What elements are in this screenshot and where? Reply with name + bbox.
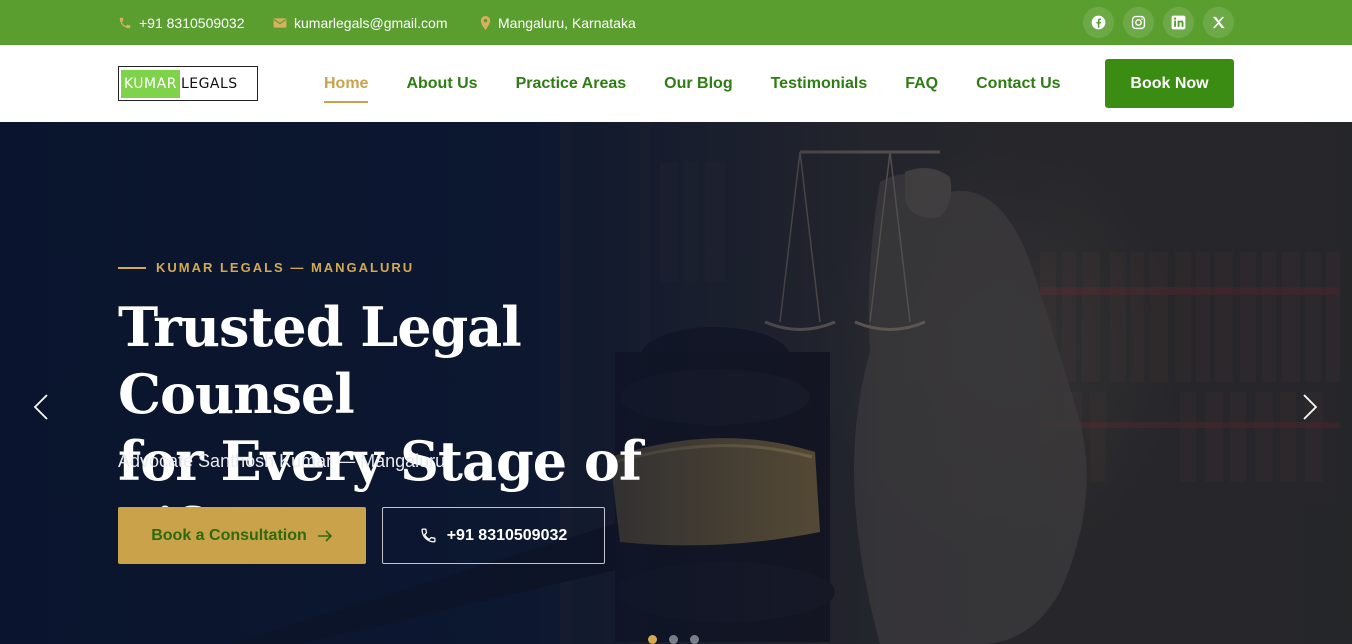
- facebook-link[interactable]: [1083, 7, 1114, 38]
- slider-prev-button[interactable]: [28, 392, 54, 422]
- hero-slider: KUMAR LEGALS — MANGALURU Trusted Legal C…: [0, 122, 1352, 644]
- topbar-location: Mangaluru, Karnataka: [480, 0, 636, 45]
- slider-dot-1[interactable]: [648, 635, 657, 644]
- nav-about-us[interactable]: About Us: [406, 74, 477, 94]
- hero-subtitle: Advocate Santhosh Kumar — Mangaluru: [118, 451, 446, 471]
- nav-our-blog[interactable]: Our Blog: [664, 74, 732, 94]
- logo-legals: LEGALS: [180, 75, 238, 92]
- topbar-phone[interactable]: +91 8310509032: [118, 0, 245, 45]
- topbar-phone-text: +91 8310509032: [139, 14, 245, 31]
- call-phone-label: +91 8310509032: [446, 526, 568, 544]
- social-links: [1083, 7, 1234, 38]
- mail-icon: [273, 17, 287, 28]
- top-info-bar: +91 8310509032 kumarlegals@gmail.com Man…: [0, 0, 1352, 45]
- topbar-email-text: kumarlegals@gmail.com: [294, 14, 448, 31]
- linkedin-link[interactable]: [1163, 7, 1194, 38]
- instagram-link[interactable]: [1123, 7, 1154, 38]
- book-consultation-label: Book a Consultation: [151, 526, 307, 544]
- main-navbar: KUMAR LEGALS Home About Us Practice Area…: [0, 45, 1352, 122]
- eyebrow-line: [118, 266, 146, 269]
- x-icon: [1212, 16, 1225, 29]
- slider-dot-2[interactable]: [669, 635, 678, 644]
- site-logo[interactable]: KUMAR LEGALS: [118, 66, 258, 101]
- hero-title-line-1: Trusted Legal Counsel: [118, 295, 522, 426]
- slider-dot-3[interactable]: [690, 635, 699, 644]
- topbar-email[interactable]: kumarlegals@gmail.com: [273, 0, 447, 45]
- nav-faq[interactable]: FAQ: [905, 74, 938, 94]
- chevron-left-icon: [34, 394, 48, 420]
- book-consultation-button[interactable]: Book a Consultation: [118, 507, 366, 564]
- nav-testimonials[interactable]: Testimonials: [771, 74, 868, 94]
- nav-contact-us[interactable]: Contact Us: [976, 74, 1060, 94]
- topbar-location-text: Mangaluru, Karnataka: [498, 14, 636, 31]
- location-pin-icon: [480, 15, 491, 30]
- nav-practice-areas[interactable]: Practice Areas: [516, 74, 627, 94]
- instagram-icon: [1131, 15, 1146, 30]
- slider-next-button[interactable]: [1297, 392, 1323, 422]
- linkedin-icon: [1171, 15, 1186, 30]
- logo-kumar: KUMAR: [121, 69, 180, 98]
- nav-home[interactable]: Home: [324, 74, 369, 103]
- x-link[interactable]: [1203, 7, 1234, 38]
- chevron-right-icon: [1303, 394, 1317, 420]
- hero-eyebrow-text: KUMAR LEGALS — MANGALURU: [156, 260, 415, 275]
- call-phone-button[interactable]: +91 8310509032: [382, 507, 605, 564]
- phone-icon: [119, 17, 131, 28]
- phone-icon: [421, 528, 436, 543]
- arrow-right-icon: [317, 529, 332, 542]
- slider-dots: [648, 635, 699, 644]
- book-now-button[interactable]: Book Now: [1105, 59, 1234, 108]
- facebook-icon: [1091, 15, 1106, 30]
- primary-menu: Home About Us Practice Areas Our Blog Te…: [324, 45, 1099, 122]
- hero-eyebrow: KUMAR LEGALS — MANGALURU: [118, 260, 414, 275]
